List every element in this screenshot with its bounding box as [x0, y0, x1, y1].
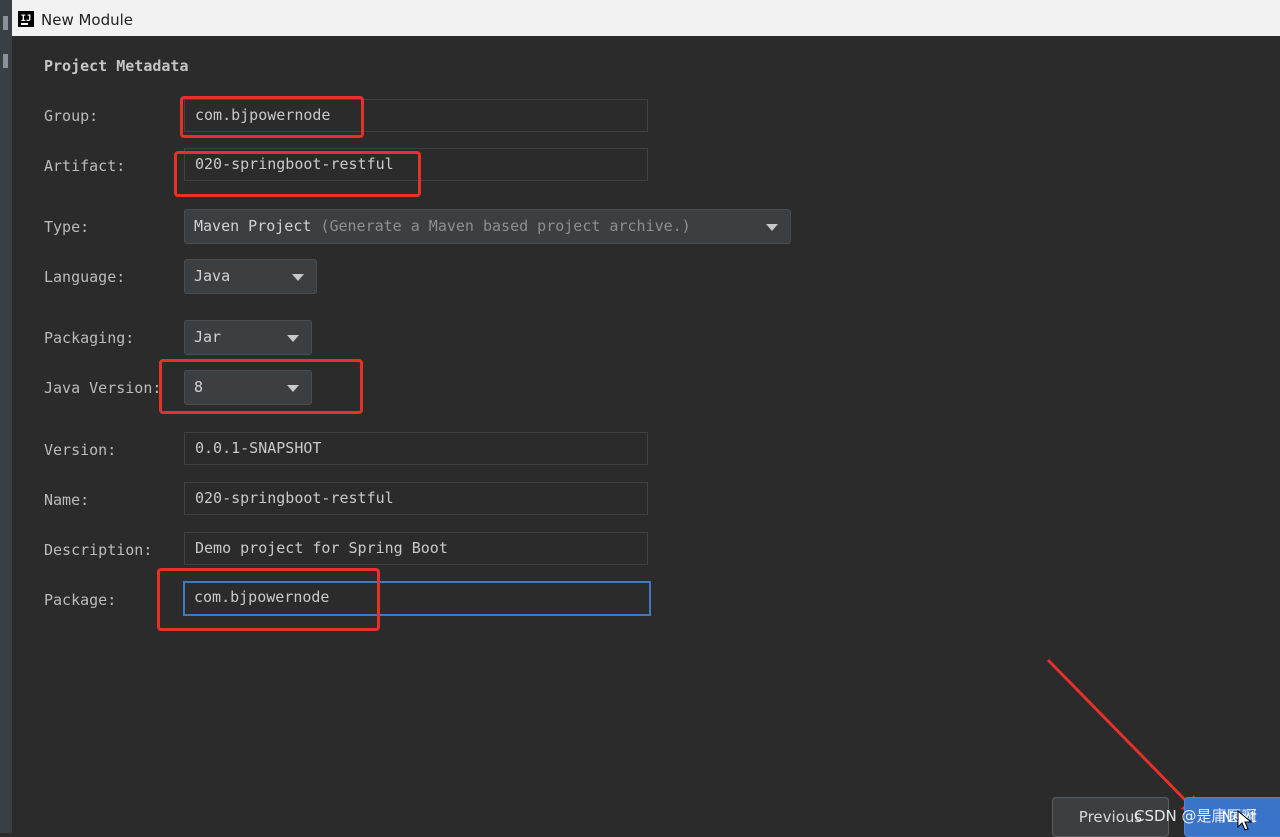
version-label: Version:	[44, 441, 117, 459]
java-version-value: 8	[194, 378, 204, 396]
description-label: Description:	[44, 541, 153, 559]
packaging-label: Packaging:	[44, 329, 135, 347]
java-version-dropdown[interactable]: 8	[184, 370, 312, 405]
type-value: Maven Project	[194, 217, 312, 235]
chevron-down-icon	[292, 274, 304, 281]
packaging-dropdown[interactable]: Jar	[184, 320, 312, 355]
artifact-field[interactable]: 020-springboot-restful	[184, 148, 648, 181]
java-version-label: Java Version:	[44, 379, 162, 397]
name-label: Name:	[44, 491, 90, 509]
chevron-down-icon	[766, 224, 778, 231]
chevron-down-icon	[287, 385, 299, 392]
language-label: Language:	[44, 268, 126, 286]
type-hint: (Generate a Maven based project archive.…	[320, 217, 691, 235]
group-field[interactable]: com.bjpowernode	[184, 99, 648, 132]
window-title: New Module	[41, 11, 134, 29]
new-module-dialog: Project Metadata Group: com.bjpowernode …	[12, 36, 1280, 833]
type-label: Type:	[44, 218, 90, 236]
window-titlebar: IJ New Module	[12, 0, 1280, 37]
artifact-label: Artifact:	[44, 157, 126, 175]
package-label: Package:	[44, 591, 117, 609]
language-value: Java	[194, 267, 231, 285]
chevron-down-icon	[287, 335, 299, 342]
intellij-app-icon: IJ	[18, 11, 34, 27]
section-title: Project Metadata	[44, 57, 189, 75]
mouse-cursor-icon	[1237, 810, 1253, 831]
package-field[interactable]: com.bjpowernode	[183, 581, 651, 616]
type-dropdown[interactable]: Maven Project (Generate a Maven based pr…	[184, 209, 791, 244]
description-field[interactable]: Demo project for Spring Boot	[184, 532, 648, 565]
language-dropdown[interactable]: Java	[184, 259, 317, 294]
group-label: Group:	[44, 107, 99, 125]
name-field[interactable]: 020-springboot-restful	[184, 482, 648, 515]
strip-marker	[3, 54, 8, 68]
strip-marker	[3, 16, 8, 30]
background-window-strip	[0, 0, 12, 833]
packaging-value: Jar	[194, 328, 222, 346]
version-field[interactable]: 0.0.1-SNAPSHOT	[184, 432, 648, 465]
